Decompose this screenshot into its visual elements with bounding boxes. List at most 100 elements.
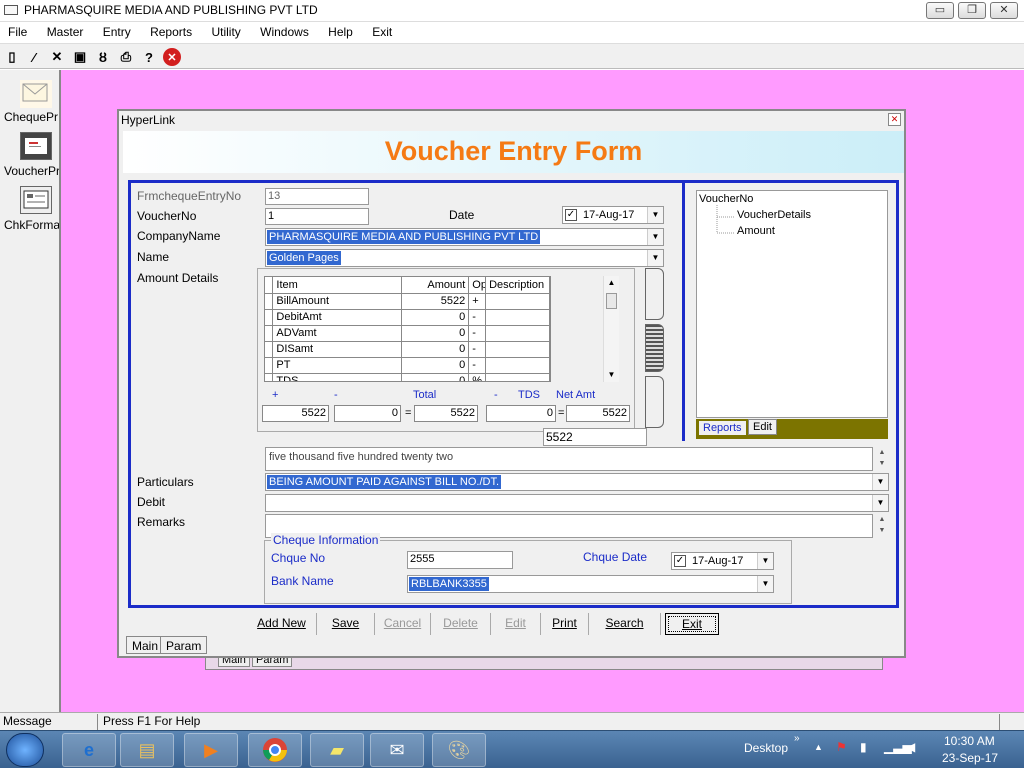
sum-minus-field[interactable]: 0	[334, 405, 401, 422]
tree-node-amount[interactable]: Amount	[737, 225, 775, 237]
grid-cell-amount[interactable]: 0	[401, 325, 470, 342]
chevron-down-icon[interactable]: ▼	[872, 474, 888, 490]
delete-button[interactable]: Delete	[431, 613, 491, 635]
magic-wand-icon[interactable]: ⁄	[25, 48, 43, 66]
voucher-print-icon[interactable]	[20, 132, 52, 160]
menu-file[interactable]: File	[0, 22, 35, 39]
exit-button[interactable]: Exit	[665, 613, 719, 635]
explorer-icon[interactable]: ▤	[120, 733, 174, 767]
table-row[interactable]: ADVamt 0-	[265, 325, 550, 342]
grid-cell-amount[interactable]: 0	[401, 357, 470, 374]
grid-cell-description[interactable]	[485, 341, 550, 358]
table-row[interactable]: TDS 0%	[265, 373, 550, 381]
chevron-down-icon[interactable]: ▼	[757, 553, 773, 569]
grid-side-slider[interactable]	[645, 324, 664, 372]
clock-time[interactable]: 10:30 AM	[944, 734, 995, 748]
grid-cell-description[interactable]	[485, 309, 550, 326]
close-icon[interactable]: ✕	[163, 48, 181, 66]
grid-cell-op[interactable]: -	[468, 341, 487, 358]
grid-cell-amount[interactable]: 5522	[401, 293, 470, 310]
tree-node-voucher-details[interactable]: VoucherDetails	[737, 209, 811, 221]
desktop-toolbar-label[interactable]: Desktop	[744, 741, 788, 755]
bank-name-dropdown[interactable]: RBLBANK3355 ▼	[407, 575, 774, 593]
sum-tds-field[interactable]: 0	[486, 405, 556, 422]
save-button[interactable]: Save	[317, 613, 375, 635]
frm-cheque-entry-field[interactable]: 13	[265, 188, 369, 205]
mail-icon[interactable]: ✉	[370, 733, 424, 767]
chrome-icon[interactable]	[248, 733, 302, 767]
grid-cell-item[interactable]: BillAmount	[272, 293, 403, 310]
grid-scrollbar[interactable]: ▲ ▼	[603, 276, 619, 382]
table-row[interactable]: PT 0-	[265, 357, 550, 374]
remarks-scroll-icon[interactable]: ▲ ▼	[875, 514, 889, 538]
help-icon[interactable]: ?	[140, 48, 158, 66]
grid-side-block[interactable]	[645, 376, 664, 428]
table-row[interactable]: BillAmount 5522 +	[265, 293, 550, 310]
sticky-notes-icon[interactable]: ▰	[310, 733, 364, 767]
table-row[interactable]: DISamt 0-	[265, 341, 550, 358]
grid-cell-amount[interactable]: 0	[401, 309, 470, 326]
grid-cell-op[interactable]: -	[468, 325, 487, 342]
grid-cell-item[interactable]: DISamt	[272, 341, 403, 358]
left-item-label[interactable]: VoucherPr	[4, 164, 59, 178]
left-item-label[interactable]: ChequePr	[4, 110, 59, 124]
table-row[interactable]: DebitAmt 0-	[265, 309, 550, 326]
grid-side-block[interactable]	[645, 268, 664, 320]
net-total-field[interactable]: 5522	[543, 428, 647, 446]
chevron-down-icon[interactable]: ▼	[647, 229, 663, 245]
grid-cell-item[interactable]: ADVamt	[272, 325, 403, 342]
chevron-down-icon[interactable]: ▼	[757, 576, 773, 592]
grid-cell-item[interactable]: TDS	[272, 373, 403, 381]
tab-param[interactable]: Param	[160, 636, 208, 654]
paint-icon[interactable]: 🎨︎	[432, 733, 486, 767]
volume-icon[interactable]: ◀︎	[906, 740, 915, 754]
print-icon[interactable]: ⎙	[117, 48, 135, 66]
grid-cell-amount[interactable]: 0	[401, 373, 470, 381]
form-close-button[interactable]: ✕	[888, 113, 901, 126]
chevron-right-icon[interactable]: »	[794, 733, 800, 744]
name-dropdown[interactable]: Golden Pages ▼	[265, 249, 664, 267]
show-hidden-icons[interactable]: ▲	[814, 742, 823, 752]
tree-node-root[interactable]: VoucherNo	[699, 193, 753, 205]
grid-cell-item[interactable]: PT	[272, 357, 403, 374]
flag-icon[interactable]: ⚑	[836, 740, 847, 754]
grid-cell-op[interactable]: -	[468, 357, 487, 374]
debit-dropdown[interactable]: ▼	[265, 494, 889, 512]
restore-button[interactable]: ❐	[958, 2, 986, 19]
words-scroll-icon[interactable]: ▲ ▼	[875, 447, 889, 471]
date-checkbox[interactable]: ✓	[565, 209, 577, 221]
cheque-no-field[interactable]: 2555	[407, 551, 513, 569]
add-new-button[interactable]: Add New	[247, 613, 317, 635]
amount-in-words-field[interactable]: five thousand five hundred twenty two	[265, 447, 873, 471]
menu-utility[interactable]: Utility	[203, 22, 248, 39]
new-file-icon[interactable]: ▯	[3, 48, 21, 66]
tree-tab-reports[interactable]: Reports	[699, 421, 746, 435]
grid-cell-description[interactable]	[485, 373, 550, 381]
chevron-down-icon[interactable]: ▼	[647, 207, 663, 223]
date-picker[interactable]: ✓ 17-Aug-17 ▼	[562, 206, 664, 224]
grid-cell-description[interactable]	[485, 357, 550, 374]
device-icon[interactable]: ▮	[860, 740, 867, 754]
grid-cell-op[interactable]: %	[468, 373, 487, 381]
minimize-button[interactable]: ▭	[926, 2, 954, 19]
save-icon[interactable]: ▣	[71, 48, 89, 66]
grid-cell-op[interactable]: +	[468, 293, 487, 310]
menu-windows[interactable]: Windows	[252, 22, 317, 39]
binoculars-icon[interactable]: ȣ	[94, 48, 112, 66]
voucher-no-field[interactable]: 1	[265, 208, 369, 225]
delete-icon[interactable]: ✕	[48, 48, 66, 66]
print-button[interactable]: Print	[541, 613, 589, 635]
search-button[interactable]: Search	[589, 613, 661, 635]
menu-exit[interactable]: Exit	[364, 22, 400, 39]
grid-cell-amount[interactable]: 0	[401, 341, 470, 358]
cancel-button[interactable]: Cancel	[375, 613, 431, 635]
menu-entry[interactable]: Entry	[95, 22, 139, 39]
cheque-date-picker[interactable]: ✓ 17-Aug-17 ▼	[671, 552, 774, 570]
tab-main[interactable]: Main	[126, 636, 165, 654]
tree-tab-edit[interactable]: Edit	[748, 419, 777, 435]
ie-icon[interactable]: e	[62, 733, 116, 767]
scroll-thumb[interactable]	[606, 293, 617, 309]
media-player-icon[interactable]: ▶	[184, 733, 238, 767]
grid-cell-description[interactable]	[485, 293, 550, 310]
cheque-date-checkbox[interactable]: ✓	[674, 555, 686, 567]
